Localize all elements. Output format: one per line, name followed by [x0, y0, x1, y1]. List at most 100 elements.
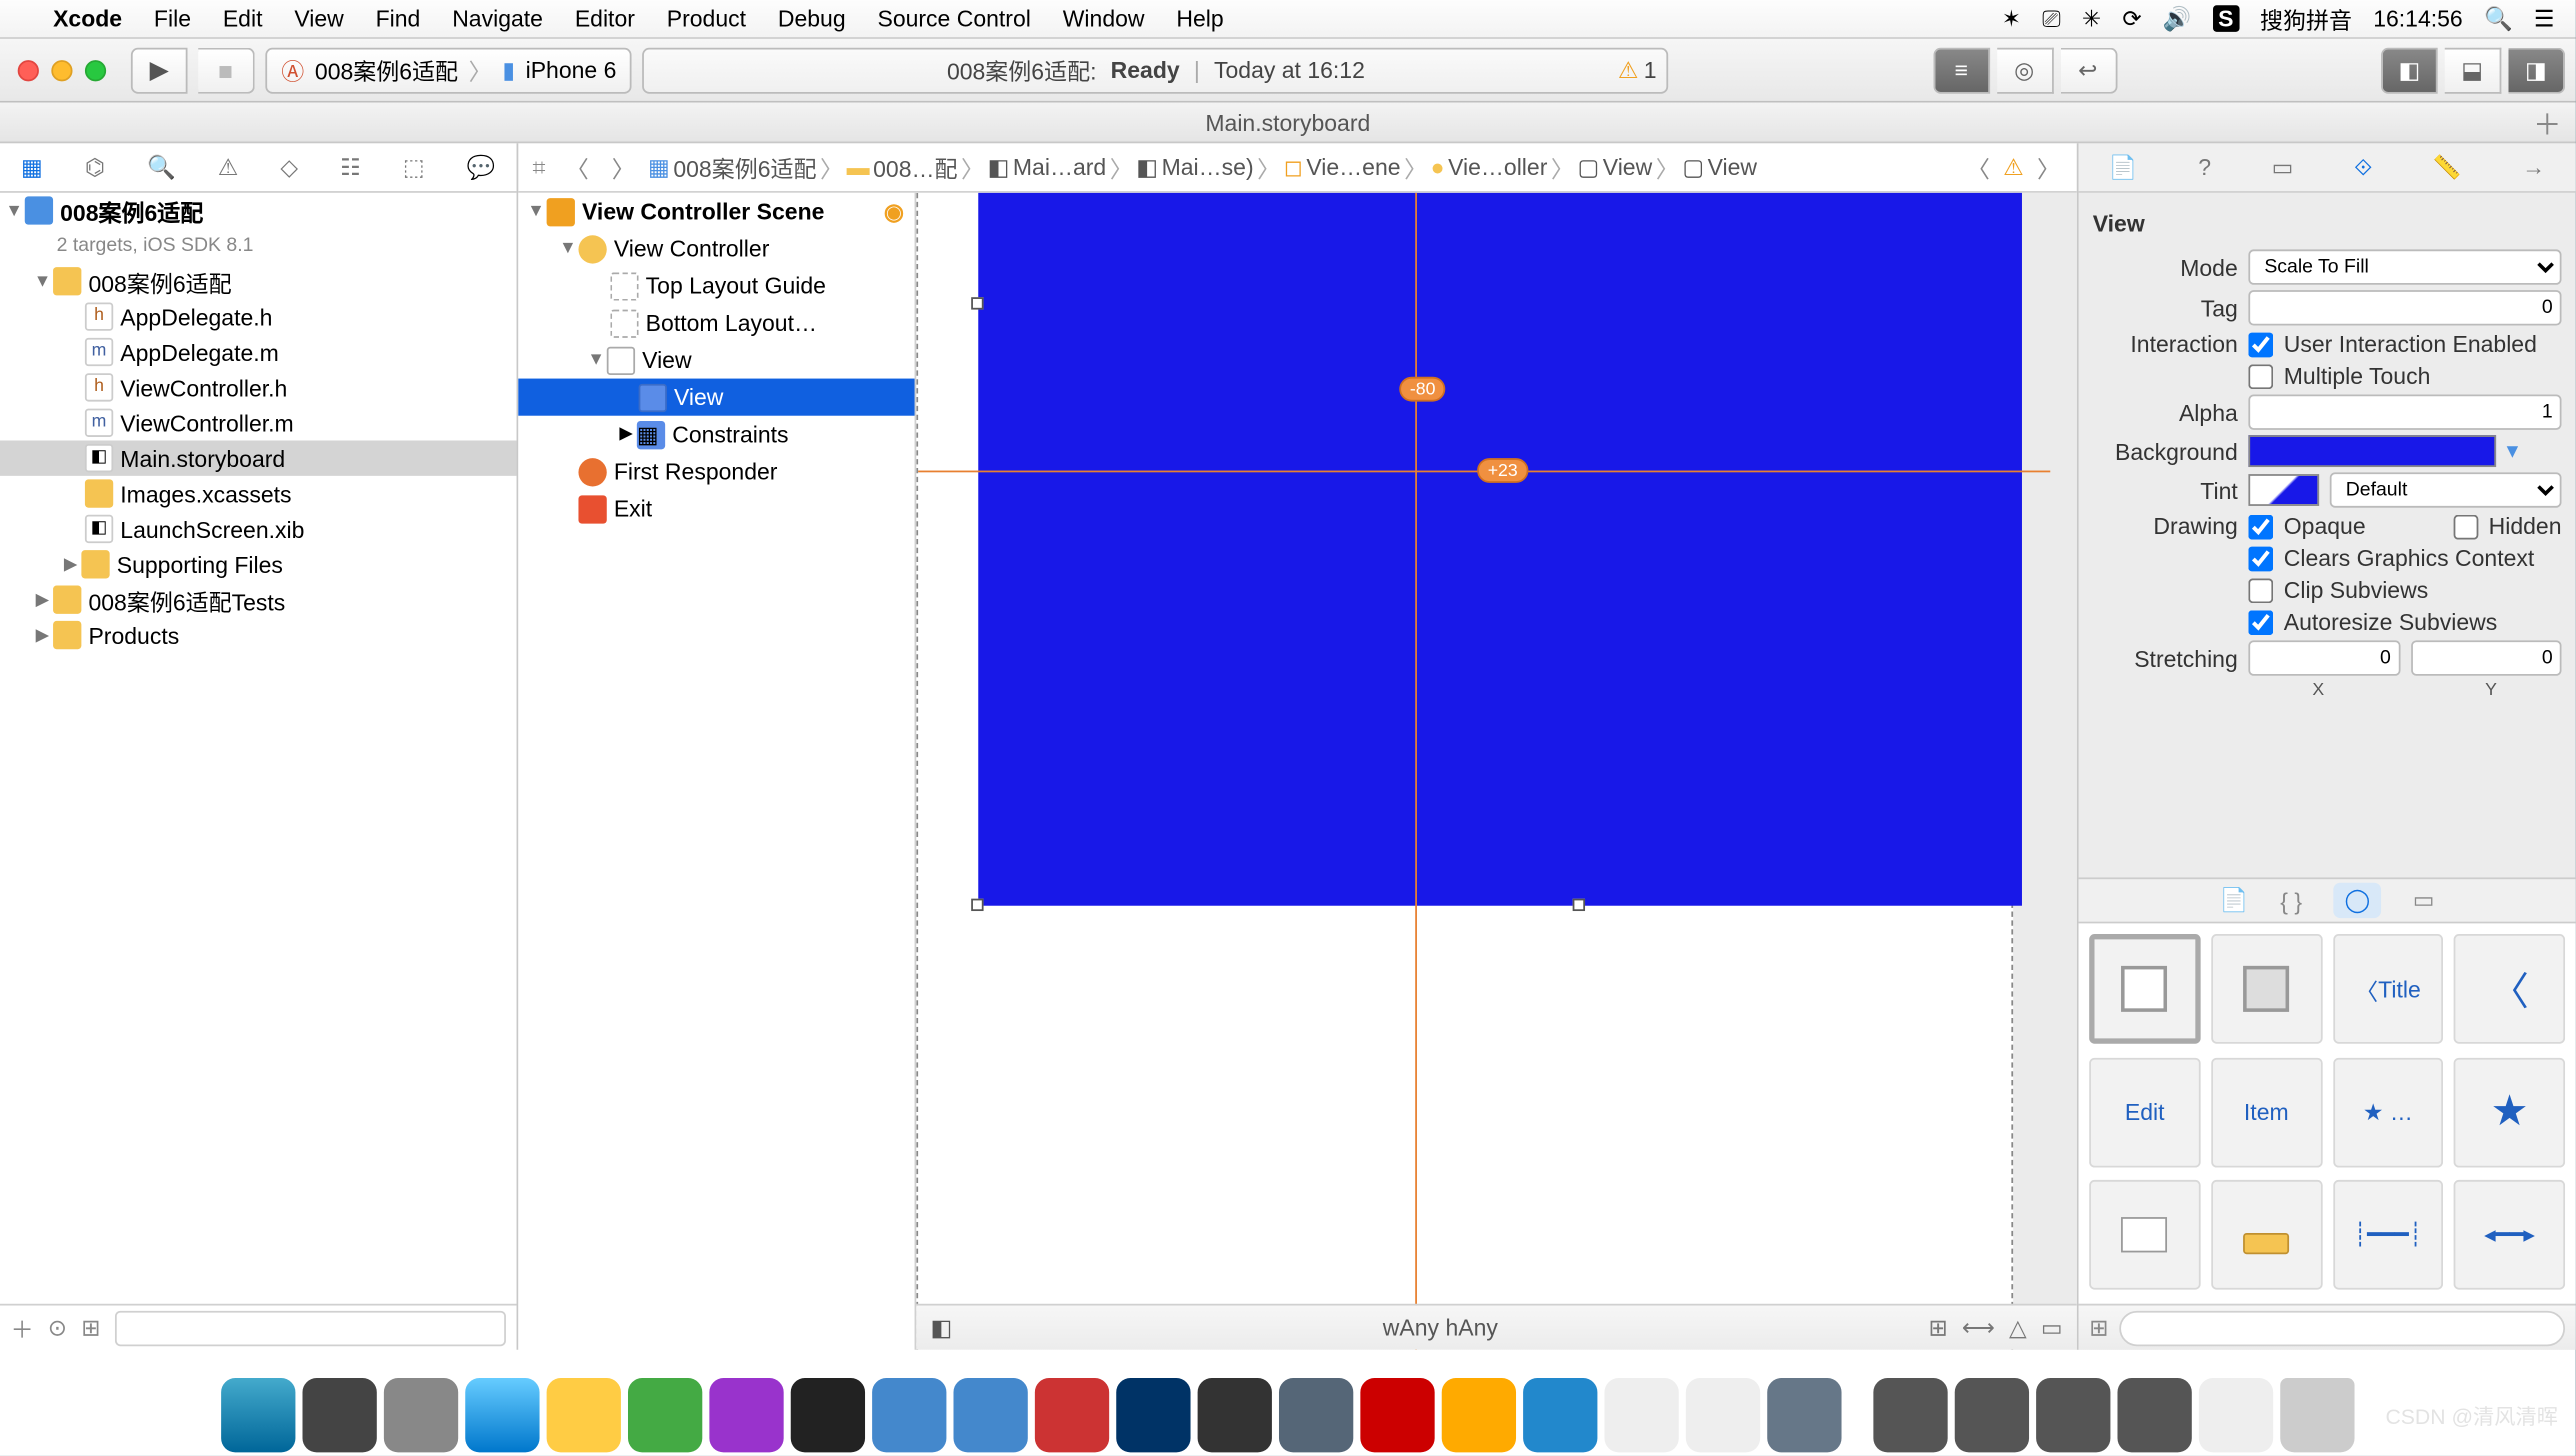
status-icon[interactable]: ⟳ — [2122, 4, 2141, 32]
menu-file[interactable]: File — [154, 5, 191, 32]
stop-button[interactable]: ■ — [198, 47, 255, 93]
guide-row[interactable]: Bottom Layout… — [518, 304, 914, 341]
menu-debug[interactable]: Debug — [778, 5, 846, 32]
new-tab-button[interactable]: ＋ — [2533, 101, 2561, 143]
object-library-icon[interactable]: ◯ — [2334, 883, 2381, 918]
status-icon[interactable]: ✳ — [2082, 4, 2101, 32]
file-row[interactable]: ◧LaunchScreen.xib — [0, 511, 517, 546]
app-menu[interactable]: Xcode — [53, 5, 122, 32]
ime-name[interactable]: 搜狗拼音 — [2260, 2, 2352, 36]
recent-filter-icon[interactable]: ⊙ — [48, 1313, 67, 1341]
ib-canvas[interactable]: -80 +23 ◧ wAny hAny ⊞ ⟷ △ — [916, 193, 2076, 1350]
uie-checkbox[interactable] — [2248, 332, 2273, 357]
run-button[interactable]: ▶ — [131, 47, 188, 93]
scheme-selector[interactable]: Ⓐ 008案例6适配 〉 ▮ iPhone 6 — [265, 47, 632, 93]
code-snippet-library-icon[interactable]: { } — [2280, 887, 2302, 914]
stretch-x-field[interactable] — [2248, 640, 2399, 675]
resize-handle[interactable] — [1573, 899, 1585, 911]
forward-button[interactable]: 〉 — [602, 150, 644, 184]
dock-folder[interactable] — [1873, 1378, 1947, 1452]
autoresize-checkbox[interactable] — [2248, 609, 2273, 634]
outline-toggle-icon[interactable]: ◧ — [930, 1313, 952, 1341]
constraints-row[interactable]: ▶▦Constraints — [518, 416, 914, 453]
jump-bar[interactable]: ⌗ 〈 〉 ▦ 008案例6适配〉 ▬ 008…配〉 ◧ Mai…ard〉 ◧ … — [518, 143, 2076, 193]
dock-folder[interactable] — [2036, 1378, 2110, 1452]
file-row[interactable]: mViewController.m — [0, 405, 517, 440]
dock-settings[interactable] — [302, 1378, 376, 1452]
group-row[interactable]: ▶Supporting Files — [0, 547, 517, 582]
menu-edit[interactable]: Edit — [223, 5, 263, 32]
dock-app[interactable] — [953, 1378, 1027, 1452]
file-row[interactable]: hViewController.h — [0, 370, 517, 405]
file-row[interactable]: Images.xcassets — [0, 476, 517, 511]
notifications-icon[interactable]: ☰ — [2534, 4, 2555, 32]
constraint-badge[interactable]: +23 — [1477, 458, 1528, 483]
stretch-y-field[interactable] — [2410, 640, 2561, 675]
clip-checkbox[interactable] — [2248, 578, 2273, 603]
align-icon[interactable]: ⊞ — [1928, 1313, 1947, 1341]
menu-navigate[interactable]: Navigate — [452, 5, 543, 32]
library-item[interactable]: 〈 Title — [2332, 934, 2443, 1044]
project-row[interactable]: ▼ 008案例6适配 — [0, 193, 517, 228]
document-outline[interactable]: ▼View Controller Scene◉ ▼View Controller… — [518, 193, 916, 1350]
dock-terminal[interactable] — [791, 1378, 865, 1452]
scm-filter-icon[interactable]: ⊞ — [81, 1313, 100, 1341]
menu-help[interactable]: Help — [1176, 5, 1223, 32]
ime-icon[interactable]: S — [2213, 5, 2239, 32]
tab-title[interactable]: Main.storyboard — [1205, 109, 1370, 136]
menu-window[interactable]: Window — [1063, 5, 1145, 32]
toggle-utilities[interactable]: ◨ — [2508, 47, 2565, 93]
volume-icon[interactable]: 🔊 — [2163, 4, 2192, 32]
resizing-icon[interactable]: ▭ — [2041, 1313, 2063, 1341]
clears-checkbox[interactable] — [2248, 546, 2273, 571]
library-item[interactable] — [2089, 934, 2200, 1044]
size-class-h[interactable]: hAny — [1445, 1314, 1497, 1341]
hidden-checkbox[interactable] — [2453, 514, 2478, 539]
library-item[interactable]: 〈 — [2454, 934, 2565, 1044]
opaque-checkbox[interactable] — [2248, 514, 2273, 539]
library-filter[interactable] — [2119, 1310, 2565, 1345]
attributes-inspector-icon[interactable]: ⟐ — [2354, 153, 2372, 181]
guide-row[interactable]: Top Layout Guide — [518, 267, 914, 304]
menu-editor[interactable]: Editor — [575, 5, 635, 32]
file-template-library-icon[interactable]: 📄 — [2220, 886, 2249, 914]
constraint-badge[interactable]: -80 — [1399, 377, 1446, 402]
subview-row-selected[interactable]: View — [518, 379, 914, 416]
dock-app[interactable] — [1035, 1378, 1109, 1452]
file-inspector-icon[interactable]: 📄 — [2109, 153, 2138, 181]
dock-finder[interactable] — [221, 1378, 295, 1452]
issue-navigator-icon[interactable]: ⚠ — [218, 153, 239, 181]
dock-app[interactable] — [1198, 1378, 1272, 1452]
menu-find[interactable]: Find — [376, 5, 421, 32]
dock-folder[interactable] — [2199, 1378, 2273, 1452]
object-library[interactable]: 〈 Title 〈 Edit Item ★ … ★ ┊━━━┊ ◂━━▸ — [2079, 923, 2576, 1303]
grid-view-icon[interactable]: ⊞ — [2089, 1313, 2108, 1341]
resize-handle[interactable] — [971, 297, 983, 309]
dock-app[interactable] — [1523, 1378, 1597, 1452]
toggle-navigator[interactable]: ◧ — [2381, 47, 2438, 93]
status-icon[interactable]: ✶ — [2002, 4, 2021, 32]
library-item[interactable]: Item — [2211, 1057, 2322, 1167]
selected-view[interactable] — [978, 193, 2022, 906]
related-items-icon[interactable]: ⌗ — [525, 153, 552, 181]
identity-inspector-icon[interactable]: ▭ — [2272, 153, 2294, 181]
dock-app[interactable] — [872, 1378, 946, 1452]
issue-icon[interactable]: ⚠ — [2003, 153, 2024, 181]
exit-row[interactable]: Exit — [518, 490, 914, 527]
view-row[interactable]: ▼View — [518, 341, 914, 378]
tint-select[interactable]: Default — [2330, 472, 2562, 507]
size-class-w[interactable]: wAny — [1383, 1314, 1439, 1341]
editor-standard[interactable]: ≡ — [1933, 47, 1990, 93]
file-row-selected[interactable]: ◧Main.storyboard — [0, 440, 517, 475]
status-icon[interactable]: ⎚ — [2042, 4, 2060, 32]
tint-colorwell[interactable] — [2248, 474, 2319, 506]
dock-notes[interactable] — [547, 1378, 621, 1452]
window-zoom[interactable] — [85, 59, 106, 80]
dock-app[interactable] — [1686, 1378, 1760, 1452]
navigator-filter[interactable] — [115, 1310, 506, 1345]
resolve-icon[interactable]: △ — [2009, 1313, 2027, 1341]
first-responder-row[interactable]: First Responder — [518, 453, 914, 490]
group-row[interactable]: ▶Products — [0, 617, 517, 652]
dock-app[interactable] — [628, 1378, 702, 1452]
project-tree[interactable]: ▼ 008案例6适配 2 targets, iOS SDK 8.1 ▼008案例… — [0, 193, 517, 1304]
